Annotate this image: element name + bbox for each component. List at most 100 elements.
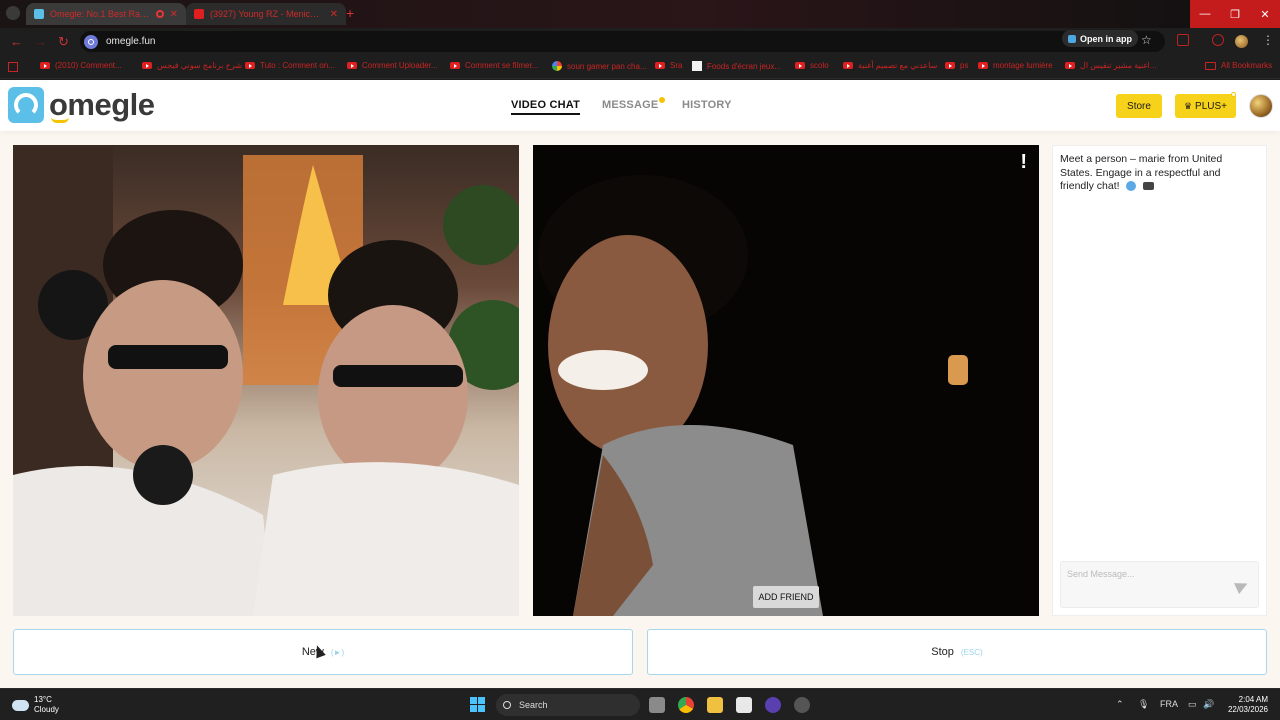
youtube-icon	[978, 62, 988, 69]
bookmark-item[interactable]: Comment se filmer...	[450, 61, 538, 70]
forward-icon[interactable]: →	[34, 34, 47, 49]
plus-button[interactable]: ♛ PLUS+	[1175, 94, 1236, 118]
user-avatar[interactable]	[1249, 94, 1273, 118]
language-indicator[interactable]: FRA	[1160, 699, 1178, 709]
bookmark-item[interactable]: Foods d'écran jeux...	[692, 61, 781, 71]
add-friend-button[interactable]: ADD FRIEND	[753, 586, 819, 608]
browser-profile-avatar[interactable]	[1235, 35, 1248, 48]
app-icon	[1068, 34, 1076, 43]
next-shortcut-hint: (►)	[330, 647, 345, 657]
clock-date: 22/03/2026	[1227, 705, 1268, 714]
site-favicon-icon	[692, 61, 702, 71]
chat-intro-text: Meet a person – marie from United States…	[1060, 153, 1223, 192]
microphone-icon[interactable]: 🎙	[1138, 699, 1149, 710]
bookmarks-bar: (2010) Comment... شرح برنامج سوني فيجس T…	[0, 55, 1280, 79]
bookmark-item[interactable]: scolo	[795, 61, 829, 70]
plus-badge-icon	[1231, 92, 1236, 97]
folder-icon	[1205, 61, 1216, 70]
weather-widget[interactable]: 13°C Cloudy	[12, 695, 59, 715]
settings-icon[interactable]	[794, 697, 810, 713]
taskbar-search[interactable]: Search	[496, 694, 640, 716]
bookmark-item[interactable]: montage lumière	[978, 61, 1053, 70]
youtube-icon	[40, 62, 50, 69]
google-icon	[552, 61, 562, 71]
tab-youtube[interactable]: (3927) Young RZ - Menich Kifo ✕	[186, 3, 346, 25]
bookmark-item[interactable]: Comment Uploader...	[347, 61, 438, 70]
all-bookmarks[interactable]: All Bookmarks	[1205, 61, 1272, 70]
file-explorer-icon[interactable]	[707, 697, 723, 713]
nav-history[interactable]: HISTORY	[682, 99, 732, 111]
bookmark-item[interactable]: soun gamer pan cha...	[552, 61, 647, 71]
bookmark-item[interactable]: اغنية مشير تنفيس ال...	[1065, 61, 1156, 70]
task-view-icon[interactable]	[649, 697, 665, 713]
message-composer	[1060, 561, 1259, 608]
youtube-icon	[655, 62, 665, 69]
browser-titlebar: Omegle: No.1 Best Rando... ✕ (3927) Youn…	[0, 0, 1280, 28]
omegle-logo-icon	[8, 87, 44, 123]
site-info-icon[interactable]	[84, 34, 98, 49]
graduation-cap-emoji-icon	[1143, 182, 1155, 191]
globe-emoji-icon	[1126, 181, 1137, 192]
youtube-icon	[1065, 62, 1075, 69]
tab-omegle[interactable]: Omegle: No.1 Best Rando... ✕	[26, 3, 186, 25]
stop-button[interactable]: Stop (ESC)	[647, 629, 1267, 675]
notification-dot-icon	[659, 97, 666, 103]
site-logo[interactable]: omegle	[8, 87, 155, 123]
stop-label: Stop	[931, 646, 954, 658]
browser-menu-icon[interactable]	[6, 6, 20, 20]
bookmark-star-icon[interactable]: ☆	[1141, 33, 1152, 47]
bookmark-item[interactable]: ps	[945, 61, 968, 70]
apps-grid-icon[interactable]	[8, 62, 18, 72]
youtube-icon	[945, 62, 955, 69]
start-button[interactable]	[470, 697, 485, 712]
clock-time: 2:04 AM	[1238, 695, 1268, 704]
send-icon[interactable]	[1234, 578, 1250, 594]
browser-toolbar: ← → ↻ omegle.fun Open in app ☆ ⋮	[0, 28, 1280, 55]
bookmark-item[interactable]: ساعدني مع تصميم أغنية	[843, 61, 937, 70]
reload-icon[interactable]: ↻	[58, 34, 69, 50]
stop-shortcut-hint: (ESC)	[960, 647, 983, 657]
close-tab-icon[interactable]: ✕	[330, 9, 338, 20]
tab-label: Omegle: No.1 Best Rando...	[50, 9, 152, 19]
site-header: omegle VIDEO CHAT MESSAGE HISTORY Store …	[0, 80, 1280, 131]
close-window-icon[interactable]: ✕	[1250, 0, 1280, 28]
minimize-icon[interactable]: —	[1190, 0, 1220, 28]
page-content: omegle VIDEO CHAT MESSAGE HISTORY Store …	[0, 80, 1280, 688]
message-input[interactable]	[1067, 569, 1227, 579]
store-app-icon[interactable]	[736, 697, 752, 713]
clock[interactable]: 2:04 AM 22/03/2026	[1222, 695, 1268, 715]
chat-panel: Meet a person – marie from United States…	[1052, 145, 1267, 616]
store-button[interactable]: Store	[1116, 94, 1162, 118]
nav-message-label: MESSAGE	[602, 99, 659, 111]
obs-icon[interactable]	[765, 697, 781, 713]
browser-menu-kebab-icon[interactable]: ⋮	[1262, 33, 1274, 47]
chrome-icon[interactable]	[678, 697, 694, 713]
close-tab-icon[interactable]: ✕	[170, 9, 178, 20]
extension-icon[interactable]	[1177, 34, 1189, 46]
open-in-app-label: Open in app	[1080, 33, 1133, 44]
bookmark-item[interactable]: Sra	[655, 61, 682, 70]
nav-video-chat[interactable]: VIDEO CHAT	[511, 99, 581, 115]
remote-video: ! ADD FRIEND	[533, 145, 1039, 616]
weather-temp: 13°C	[34, 695, 52, 704]
new-tab-icon[interactable]: +	[346, 5, 354, 21]
chevron-up-icon[interactable]: ⌃	[1116, 699, 1124, 710]
open-in-app-button[interactable]: Open in app	[1062, 30, 1139, 47]
volume-icon[interactable]: 🔊	[1203, 699, 1214, 710]
bookmark-item[interactable]: شرح برنامج سوني فيجس	[142, 61, 242, 70]
youtube-icon	[450, 62, 460, 69]
report-icon[interactable]: !	[1020, 151, 1027, 174]
nav-message[interactable]: MESSAGE	[602, 97, 666, 111]
chat-intro-message: Meet a person – marie from United States…	[1060, 153, 1255, 194]
back-icon[interactable]: ←	[10, 34, 23, 49]
address-bar[interactable]: omegle.fun	[80, 31, 1165, 52]
tab-label: (3927) Young RZ - Menich Kifo	[210, 9, 324, 19]
restore-icon[interactable]: ❐	[1220, 0, 1250, 28]
cloud-icon	[12, 699, 29, 711]
media-icon[interactable]	[1212, 34, 1224, 46]
youtube-icon	[142, 62, 152, 69]
recording-icon	[155, 10, 164, 18]
bookmark-item[interactable]: (2010) Comment...	[40, 61, 122, 70]
network-icon[interactable]: ▭	[1188, 699, 1197, 710]
bookmark-item[interactable]: Tuto : Comment on...	[245, 61, 335, 70]
